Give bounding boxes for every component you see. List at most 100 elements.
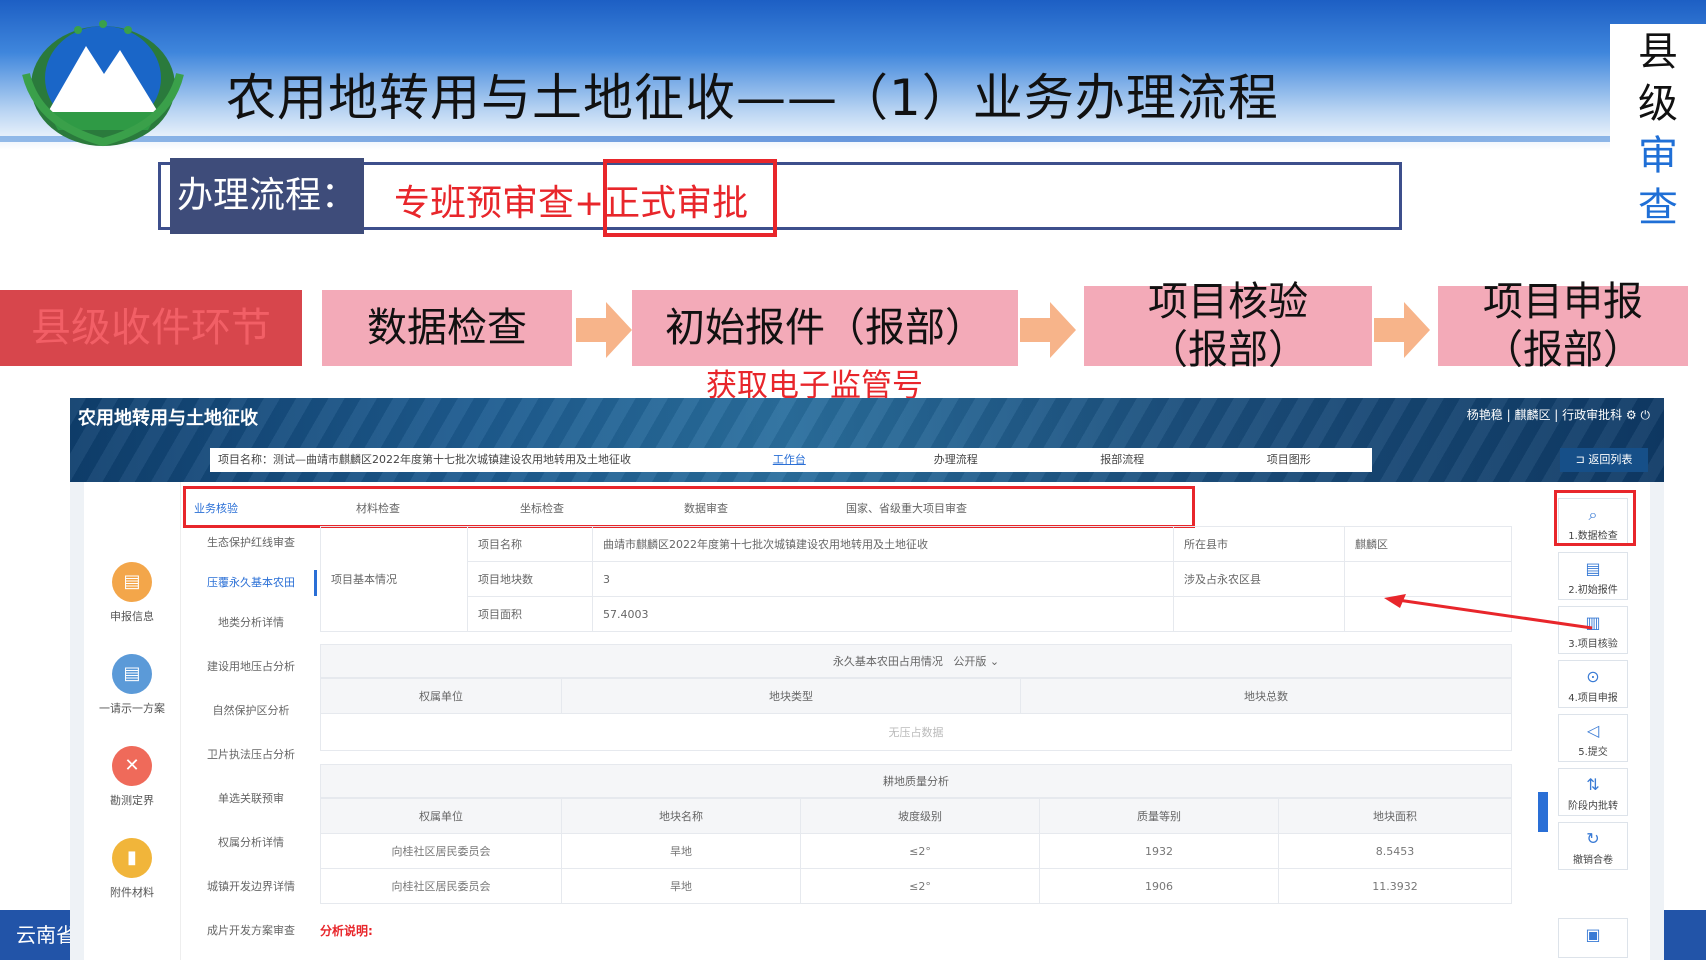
sub-item[interactable]: 建设用地压占分析 [188, 658, 314, 674]
arrow-right-icon [1374, 302, 1430, 358]
tab-data-review[interactable]: 数据审查 [684, 500, 728, 516]
farmland-section-title: 永久基本农田占用情况 公开版 ⌄ [320, 644, 1512, 678]
project-name-field: 项目名称：测试—曲靖市麒麟区2022年度第十七批次城镇建设农用地转用及土地征收 [210, 448, 760, 472]
step-initial-filing: 初始报件（报部） [632, 290, 1018, 366]
table-row: 向桂社区居民委员会 旱地 ≤2° 1932 8.5453 [320, 833, 1512, 869]
tab-major-project-review[interactable]: 国家、省级重大项目审查 [846, 500, 967, 516]
initial-filing-button[interactable]: ▤ 2.初始报件 [1558, 552, 1628, 600]
arrow-right-icon [576, 302, 632, 358]
back-to-list-label: 返回列表 [1588, 453, 1633, 466]
refresh-icon: ↻ [1586, 829, 1600, 848]
table-cell: 向桂社区居民委员会 [320, 833, 562, 869]
table-cell: 旱地 [561, 868, 801, 904]
emblem-logo-icon [22, 20, 184, 147]
user-bar[interactable]: 杨艳稳 | 麒麟区 | 行政审批科 ⚙ ⏻ [1467, 406, 1650, 423]
action-label: 3.项目核验 [1568, 639, 1618, 650]
left-item-request-plan[interactable]: ▤ 一请示一方案 [84, 654, 180, 716]
sub-item-active[interactable]: 压覆永久基本农田 [188, 570, 317, 596]
column-header: 权属单位 [320, 678, 562, 714]
analysis-sub-nav: 生态保护红线审查 压覆永久基本农田 地类分析详情 建设用地压占分析 自然保护区分… [188, 534, 317, 960]
file-icon: ▤ [112, 654, 152, 694]
table-cell: 11.3932 [1278, 868, 1512, 904]
column-header: 权属单位 [320, 798, 562, 834]
tab-report-process[interactable]: 报部流程 [1039, 448, 1206, 472]
footer-brand: 云南省 [0, 910, 70, 960]
column-header: 地块名称 [561, 798, 801, 834]
info-key: 项目地块数 [467, 561, 593, 597]
step-project-declare: 项目申报 （报部） [1438, 279, 1688, 373]
action-label: 4.项目申报 [1568, 693, 1618, 704]
basic-info-section-label: 项目基本情况 [320, 526, 468, 632]
step-county-intake: 县级收件环节 [0, 290, 302, 366]
sub-item[interactable]: 地类分析详情 [188, 614, 314, 630]
tab-process[interactable]: 办理流程 [873, 448, 1040, 472]
side-tag-char: 级 [1638, 81, 1678, 127]
slide-title: 农用地转用与土地征收——（1）业务办理流程 [226, 69, 1279, 127]
table-cell: ≤2° [800, 833, 1040, 869]
sub-item[interactable]: 成片开发方案审查 [188, 922, 314, 938]
app-body: ▤ 申报信息 ▤ 一请示一方案 ✕ 勘测定界 ▮ 附件材料 业务核验 材料检查 … [84, 482, 1650, 960]
tab-workbench[interactable]: 工作台 [706, 448, 873, 472]
tab-business-verify[interactable]: 业务核验 [194, 500, 238, 516]
table-cell: 1932 [1039, 833, 1279, 869]
stage-transfer-button[interactable]: ⇅ 阶段内批转 [1558, 768, 1628, 816]
transfer-icon: ⇅ [1586, 775, 1600, 794]
sub-item[interactable]: 生态保护红线审查 [188, 534, 314, 550]
back-to-list-button[interactable]: ⊐ 返回列表 [1560, 448, 1648, 472]
left-item-label: 勘测定界 [110, 794, 154, 807]
info-value: 麒麟区 [1344, 526, 1512, 562]
info-value: 3 [592, 561, 1174, 597]
left-item-attachments[interactable]: ▮ 附件材料 [84, 838, 180, 900]
revoke-merge-button[interactable]: ↻ 撤销合卷 [1558, 822, 1628, 870]
info-value: 曲靖市麒麟区2022年度第十七批次城镇建设农用地转用及土地征收 [592, 526, 1174, 562]
app-main-tabs: 工作台 办理流程 报部流程 项目图形 [706, 448, 1372, 472]
cross-icon: ✕ [112, 746, 152, 786]
sub-item[interactable]: 单选关联预审 [188, 790, 314, 806]
table-cell: 向桂社区居民委员会 [320, 868, 562, 904]
info-key: 涉及占永农区县 [1173, 561, 1345, 597]
tab-material-check[interactable]: 材料检查 [356, 500, 400, 516]
app-window: 农用地转用与土地征收 杨艳稳 | 麒麟区 | 行政审批科 ⚙ ⏻ 项目名称：测试… [70, 398, 1664, 960]
save-button[interactable]: ▣ [1558, 918, 1628, 958]
sub-item[interactable]: 自然保护区分析 [188, 702, 314, 718]
info-value: 57.4003 [592, 596, 1174, 632]
save-icon: ▣ [1585, 925, 1601, 944]
left-item-apply-info[interactable]: ▤ 申报信息 [84, 562, 180, 624]
column-header: 坡度级别 [800, 798, 1040, 834]
sub-item[interactable]: 城镇开发边界详情 [188, 878, 314, 894]
send-icon: ◁ [1586, 721, 1600, 740]
column-header: 地块面积 [1278, 798, 1512, 834]
farmland-title: 永久基本农田占用情况 [832, 655, 943, 668]
step-project-verify: 项目核验 （报部） [1084, 279, 1372, 373]
footer-bar [1664, 910, 1706, 960]
info-value [1344, 561, 1512, 597]
sub-item[interactable]: 权属分析详情 [188, 834, 314, 850]
info-key [1173, 596, 1345, 632]
table-cell: 旱地 [561, 833, 801, 869]
tab-coordinate-check[interactable]: 坐标检查 [520, 500, 564, 516]
right-action-column: ⌕ 1.数据检查 ▤ 2.初始报件 ▥ 3.项目核验 ⊙ 4.项目申报 ◁ 5.提交 ⇅ 阶… [1552, 486, 1634, 960]
step-data-check: 数据检查 [322, 290, 572, 366]
version-select[interactable]: 公开版 ⌄ [953, 655, 999, 668]
farmland-table: 权属单位 地块类型 地块总数 无压占数据 [320, 678, 1512, 751]
side-tag-char: 县 [1638, 29, 1678, 75]
formal-approval-highlight [603, 159, 777, 237]
sub-item[interactable]: 卫片执法压占分析 [188, 746, 314, 762]
column-header: 质量等别 [1039, 798, 1279, 834]
process-flow-label: 办理流程： [170, 158, 364, 234]
tab-project-graphic[interactable]: 项目图形 [1206, 448, 1373, 472]
project-declare-button[interactable]: ⊙ 4.项目申报 [1558, 660, 1628, 708]
header-stripe [0, 136, 1706, 142]
column-header: 地块类型 [561, 678, 1021, 714]
pointer-arrow-icon [1384, 594, 1593, 630]
submit-button[interactable]: ◁ 5.提交 [1558, 714, 1628, 762]
document-icon: ▤ [112, 562, 152, 602]
analysis-note-label: 分析说明: [320, 924, 373, 938]
collapse-handle[interactable] [1538, 792, 1548, 832]
action-label: 撤销合卷 [1573, 855, 1613, 866]
left-item-label: 申报信息 [110, 610, 154, 623]
left-icon-column: ▤ 申报信息 ▤ 一请示一方案 ✕ 勘测定界 ▮ 附件材料 [84, 482, 181, 960]
info-key: 所在县市 [1173, 526, 1345, 562]
county-review-tag: 县 级 审 查 [1610, 24, 1706, 236]
left-item-survey[interactable]: ✕ 勘测定界 [84, 746, 180, 808]
